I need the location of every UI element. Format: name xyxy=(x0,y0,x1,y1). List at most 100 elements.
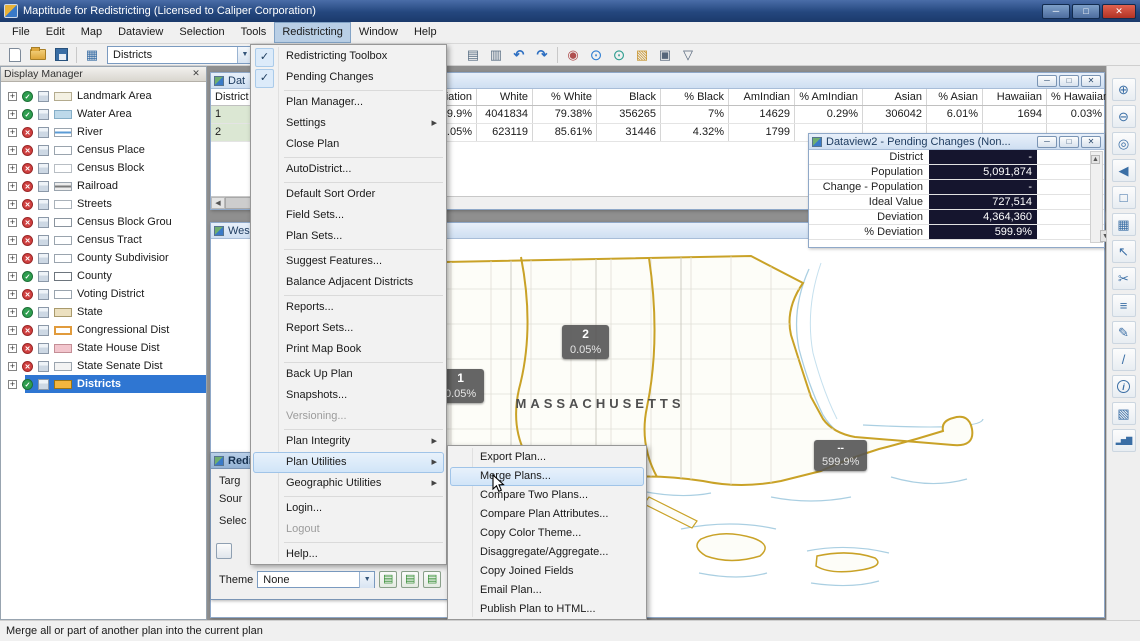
expand-icon[interactable] xyxy=(8,200,17,209)
district-badge[interactable]: 2 0.05% xyxy=(562,325,609,359)
menu-map[interactable]: Map xyxy=(73,22,110,43)
menu-item-publish-plan-to-html[interactable]: Publish Plan to HTML... xyxy=(450,600,644,619)
print-icon[interactable]: ▤ xyxy=(462,45,484,65)
layer-swatch[interactable] xyxy=(54,236,72,245)
theme-icon[interactable]: ▧ xyxy=(1112,402,1136,425)
menu-item-export-plan[interactable]: Export Plan... xyxy=(450,448,644,467)
redo-icon[interactable]: ↷ xyxy=(531,45,553,65)
column-header[interactable]: % Black xyxy=(661,89,729,105)
funnel-icon[interactable]: ▽ xyxy=(677,45,699,65)
menu-item-compare-plan-attributes[interactable]: Compare Plan Attributes... xyxy=(450,505,644,524)
layer-swatch[interactable] xyxy=(54,290,72,299)
toolbox-tool-button[interactable] xyxy=(216,543,232,559)
column-header[interactable]: Asian xyxy=(863,89,927,105)
expand-icon[interactable] xyxy=(8,308,17,317)
layer-status-icon[interactable] xyxy=(22,307,33,318)
layer-swatch[interactable] xyxy=(54,164,72,173)
pending-titlebar[interactable]: Dataview2 - Pending Changes (Non... ─ □ … xyxy=(809,134,1104,150)
pushpin-icon[interactable]: ◉ xyxy=(562,45,584,65)
layout-icon[interactable]: ▥ xyxy=(485,45,507,65)
open-folder-icon[interactable] xyxy=(27,45,49,65)
duplicate-map-icon[interactable]: ▣ xyxy=(654,45,676,65)
table-cell[interactable]: 0.03% xyxy=(1047,106,1107,123)
expand-icon[interactable] xyxy=(8,218,17,227)
layer-row-voting-district[interactable]: Voting District xyxy=(1,285,206,303)
expand-icon[interactable] xyxy=(8,344,17,353)
web-map-icon[interactable]: ⊙ xyxy=(585,45,607,65)
menu-edit[interactable]: Edit xyxy=(38,22,73,43)
menu-item-plan-utilities[interactable]: Plan Utilities xyxy=(253,452,444,473)
menu-item-compare-two-plans[interactable]: Compare Two Plans... xyxy=(450,486,644,505)
layer-swatch[interactable] xyxy=(54,380,72,389)
layer-swatch[interactable] xyxy=(54,200,72,209)
menu-selection[interactable]: Selection xyxy=(171,22,232,43)
menu-item-field-sets[interactable]: Field Sets... xyxy=(253,205,444,226)
minimize-button[interactable]: ─ xyxy=(1042,4,1070,19)
layer-status-icon[interactable] xyxy=(22,361,33,372)
layer-row-census-block-group[interactable]: Census Block Grou xyxy=(1,213,206,231)
expand-icon[interactable] xyxy=(8,182,17,191)
table-cell[interactable]: 79.38% xyxy=(533,106,597,123)
layer-status-icon[interactable] xyxy=(22,325,33,336)
theme-open-button[interactable]: ▤ xyxy=(401,571,419,588)
maximize-button[interactable]: □ xyxy=(1059,136,1079,148)
column-header[interactable]: % AmIndian xyxy=(795,89,863,105)
expand-icon[interactable] xyxy=(8,146,17,155)
menu-item-print-map-book[interactable]: Print Map Book xyxy=(253,339,444,360)
menu-dataview[interactable]: Dataview xyxy=(110,22,171,43)
menu-item-snapshots[interactable]: Snapshots... xyxy=(253,385,444,406)
chevron-down-icon[interactable] xyxy=(359,572,374,588)
menu-item-plan-manager[interactable]: Plan Manager... xyxy=(253,92,444,113)
menu-item-settings[interactable]: Settings xyxy=(253,113,444,134)
column-header[interactable]: % Asian xyxy=(927,89,983,105)
measure-icon[interactable]: / xyxy=(1112,348,1136,371)
layer-status-icon[interactable] xyxy=(22,127,33,138)
zoom-in-icon[interactable]: ⊕ xyxy=(1112,78,1136,101)
layer-swatch[interactable] xyxy=(54,110,72,119)
menu-item-balance-adjacent-districts[interactable]: Balance Adjacent Districts xyxy=(253,272,444,293)
overview-map-icon[interactable]: ▦ xyxy=(1112,213,1136,236)
layers-icon[interactable]: ≡ xyxy=(1112,294,1136,317)
layer-row-census-tract[interactable]: Census Tract xyxy=(1,231,206,249)
layer-status-icon[interactable] xyxy=(22,145,33,156)
layer-status-icon[interactable] xyxy=(22,217,33,228)
theme-combo[interactable]: None xyxy=(257,571,375,588)
menu-help[interactable]: Help xyxy=(406,22,445,43)
table-cell[interactable]: 4.32% xyxy=(661,124,729,141)
menu-tools[interactable]: Tools xyxy=(233,22,275,43)
table-cell[interactable]: 4041834 xyxy=(477,106,533,123)
layer-status-icon[interactable] xyxy=(22,91,33,102)
theme-new-button[interactable]: ▤ xyxy=(379,571,397,588)
column-header[interactable]: % White xyxy=(533,89,597,105)
layer-row-districts[interactable]: Districts xyxy=(1,375,206,393)
table-cell[interactable]: 6.01% xyxy=(927,106,983,123)
close-button[interactable]: ✕ xyxy=(1102,4,1136,19)
minimize-button[interactable]: ─ xyxy=(1037,75,1057,87)
layer-row-state-house-dist[interactable]: State House Dist xyxy=(1,339,206,357)
layer-swatch[interactable] xyxy=(54,272,72,281)
menu-file[interactable]: File xyxy=(4,22,38,43)
menu-item-default-sort-order[interactable]: Default Sort Order xyxy=(253,184,444,205)
menu-item-reports[interactable]: Reports... xyxy=(253,297,444,318)
layer-status-icon[interactable] xyxy=(22,271,33,282)
layer-swatch[interactable] xyxy=(54,218,72,227)
maximize-button[interactable]: □ xyxy=(1059,75,1079,87)
previous-scale-icon[interactable]: ◀ xyxy=(1112,159,1136,182)
vertical-scrollbar[interactable] xyxy=(1090,151,1103,243)
layer-row-census-place[interactable]: Census Place xyxy=(1,141,206,159)
expand-icon[interactable] xyxy=(8,272,17,281)
layer-row-county[interactable]: County xyxy=(1,267,206,285)
expand-icon[interactable] xyxy=(8,236,17,245)
row-value[interactable]: 599.9% xyxy=(929,225,1037,239)
minimize-button[interactable]: ─ xyxy=(1037,136,1057,148)
table-cell[interactable]: 14629 xyxy=(729,106,795,123)
layer-swatch[interactable] xyxy=(54,362,72,371)
expand-icon[interactable] xyxy=(8,110,17,119)
expand-icon[interactable] xyxy=(8,254,17,263)
scroll-left-icon[interactable] xyxy=(211,197,225,209)
table-cell[interactable]: 7% xyxy=(661,106,729,123)
undo-icon[interactable]: ↶ xyxy=(508,45,530,65)
layer-status-icon[interactable] xyxy=(22,253,33,264)
table-cell[interactable]: 1694 xyxy=(983,106,1047,123)
menu-item-merge-plans[interactable]: Merge Plans... xyxy=(450,467,644,486)
